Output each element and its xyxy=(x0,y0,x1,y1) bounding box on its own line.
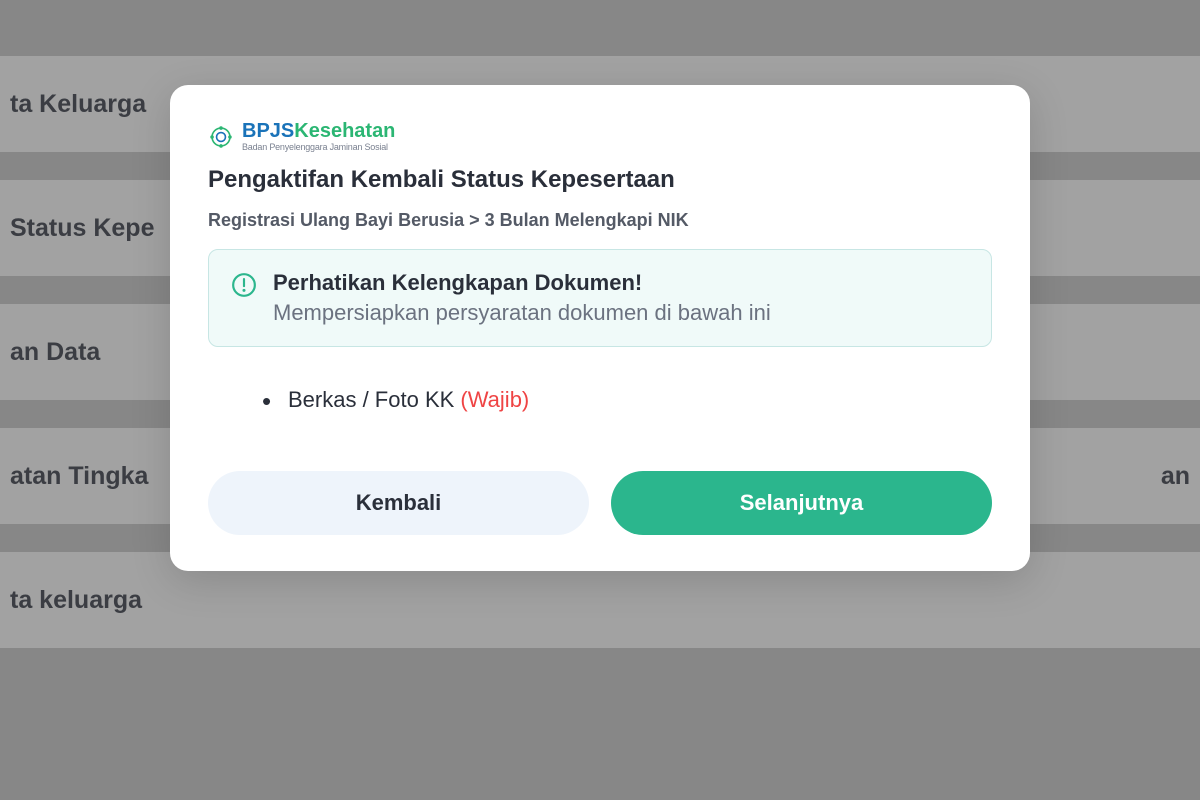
exclamation-circle-icon xyxy=(231,272,257,298)
alert-box: Perhatikan Kelengkapan Dokumen! Mempersi… xyxy=(208,249,992,347)
back-button[interactable]: Kembali xyxy=(208,471,589,535)
logo-text: BPJSKesehatan xyxy=(242,121,395,141)
requirements-list: Berkas / Foto KK (Wajib) xyxy=(262,387,992,413)
modal-subtitle: Registrasi Ulang Bayi Berusia > 3 Bulan … xyxy=(208,210,992,231)
modal-dialog: BPJSKesehatan Badan Penyelenggara Jamina… xyxy=(170,85,1030,571)
requirement-label: Berkas / Foto KK xyxy=(288,387,460,412)
bpjs-logo-icon xyxy=(208,124,234,150)
modal-title: Pengaktifan Kembali Status Kepesertaan xyxy=(208,166,992,194)
button-row: Kembali Selanjutnya xyxy=(208,471,992,535)
requirement-required-tag: (Wajib) xyxy=(460,387,529,412)
logo-part2: Kesehatan xyxy=(294,120,395,142)
logo-subtitle: Badan Penyelenggara Jaminan Sosial xyxy=(242,143,395,152)
requirement-item: Berkas / Foto KK (Wajib) xyxy=(262,387,992,413)
alert-description: Mempersiapkan persyaratan dokumen di baw… xyxy=(273,300,771,326)
next-button[interactable]: Selanjutnya xyxy=(611,471,992,535)
logo-part1: BPJS xyxy=(242,120,294,142)
brand-logo: BPJSKesehatan Badan Penyelenggara Jamina… xyxy=(208,121,992,152)
alert-title: Perhatikan Kelengkapan Dokumen! xyxy=(273,270,771,296)
